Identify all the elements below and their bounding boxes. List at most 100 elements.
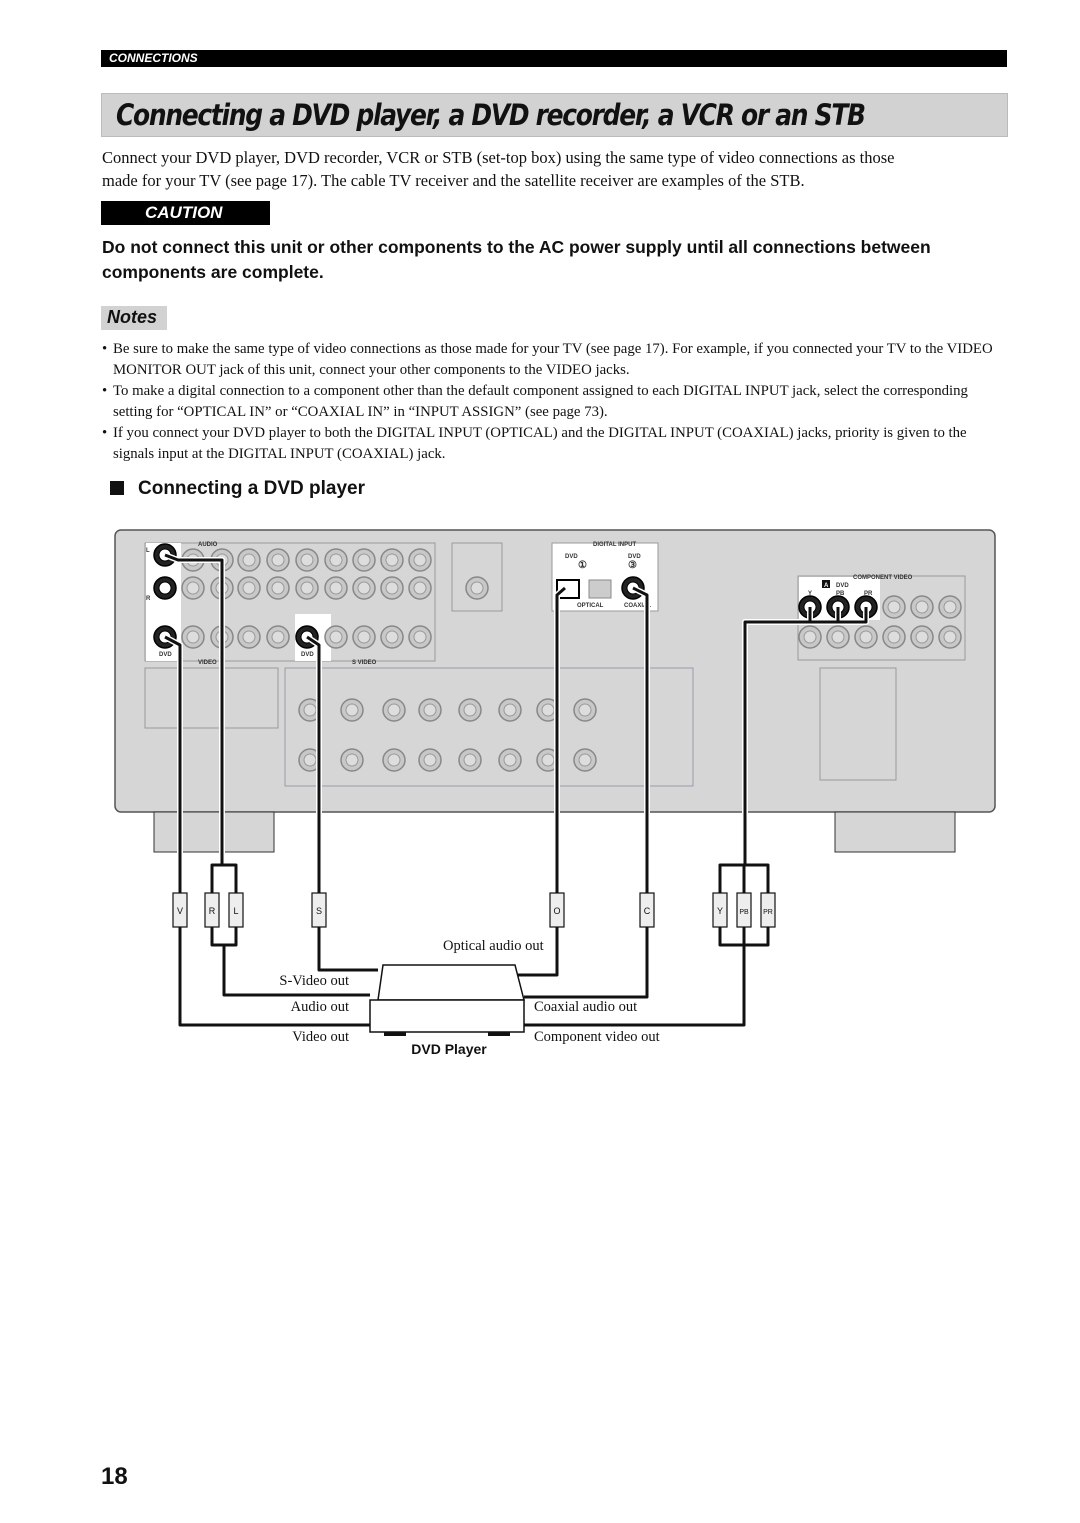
intro-line: Connect your DVD player, DVD recorder, V…: [102, 148, 895, 167]
receiver-foot-left: [153, 811, 275, 853]
rca-jack-center: [413, 630, 427, 644]
label-input-3: ③: [628, 560, 637, 571]
rca-jack-center: [303, 753, 317, 767]
section-heading-text: Connecting a DVD player: [138, 478, 365, 499]
rca-jack-center: [271, 581, 285, 595]
rca-jack-center: [423, 703, 437, 717]
rca-jack-center: [300, 553, 314, 567]
rca-jack-center: [915, 600, 929, 614]
page-number: 18: [101, 1463, 128, 1490]
label-svideo: S VIDEO: [352, 660, 377, 666]
rca-jack-center: [385, 581, 399, 595]
rca-jack-center: [357, 581, 371, 595]
section-label: CONNECTIONS: [109, 51, 198, 65]
label-svideo-out: S-Video out: [279, 973, 349, 989]
rca-jack-center: [463, 753, 477, 767]
rca-jack-center: [887, 630, 901, 644]
rca-jack-center: [345, 753, 359, 767]
rca-jack-center: [541, 703, 555, 717]
rca-jack-center: [859, 630, 873, 644]
rca-jack-center: [385, 630, 399, 644]
rca-jack-center: [242, 581, 256, 595]
dvd-player-top: [377, 964, 525, 1001]
label-a: A: [824, 583, 829, 589]
rca-jack-center: [345, 703, 359, 717]
label-r: R: [146, 596, 151, 602]
rca-jack-center: [413, 581, 427, 595]
dvd-player-label: DVD Player: [411, 1041, 487, 1057]
plug-label: C: [644, 906, 651, 916]
label-component-video: COMPONENT VIDEO: [853, 575, 913, 581]
label-audio-out: Audio out: [291, 999, 349, 1015]
label-l: L: [146, 548, 150, 554]
rca-jack-center: [463, 703, 477, 717]
rca-jack-center: [271, 630, 285, 644]
label-digital-input: DIGITAL INPUT: [593, 542, 636, 548]
manual-page: CONNECTIONS Connecting a DVD player, a D…: [0, 0, 1080, 1523]
dvd-player-foot: [384, 1032, 406, 1036]
label-coaxial-audio-out: Coaxial audio out: [534, 999, 637, 1015]
label-dvd-svideo: DVD: [301, 652, 314, 658]
page-title: Connecting a DVD player, a DVD recorder,…: [116, 98, 866, 132]
rca-jack-center: [329, 553, 343, 567]
note-item: To make a digital connection to a compon…: [102, 381, 1010, 423]
rca-jack-center: [158, 581, 172, 595]
label-optical-audio-out: Optical audio out: [443, 938, 544, 954]
rca-jack-center: [186, 630, 200, 644]
square-bullet-icon: [110, 481, 124, 495]
connection-diagram: AUDIO L R DVD VIDEO DVD S VIDEO DIGITAL …: [114, 529, 996, 1057]
notes-label: Notes: [107, 307, 158, 327]
caution-text: Do not connect this unit or other compon…: [102, 237, 931, 282]
rca-jack-center: [387, 703, 401, 717]
rca-jack-center: [578, 703, 592, 717]
plug-label: R: [209, 906, 216, 916]
rca-jack-center: [186, 581, 200, 595]
rca-jack-center: [915, 630, 929, 644]
label-video: VIDEO: [198, 660, 217, 666]
notes-badge: Notes: [101, 306, 167, 330]
caution-label: CAUTION: [145, 203, 223, 222]
plug-label: Y: [717, 906, 723, 916]
rca-jack-center: [329, 630, 343, 644]
page-title-box: Connecting a DVD player, a DVD recorder,…: [101, 93, 1008, 137]
dvd-player-foot: [488, 1032, 510, 1036]
rca-jack-center: [541, 753, 555, 767]
label-input-1: ①: [578, 560, 587, 571]
label-dvd-video: DVD: [159, 652, 172, 658]
rca-jack-center: [943, 600, 957, 614]
rca-jack-center: [242, 630, 256, 644]
intro-line: made for your TV (see page 17). The cabl…: [102, 171, 805, 190]
plug-label: V: [177, 906, 183, 916]
dvd-player-body: [369, 999, 525, 1033]
rca-jack-center: [303, 703, 317, 717]
rca-jack-center: [943, 630, 957, 644]
plug-label: O: [553, 906, 560, 916]
label-video-out: Video out: [292, 1029, 349, 1045]
rca-jack-center: [831, 630, 845, 644]
plug-label: PB: [739, 909, 749, 916]
rca-jack-center: [887, 600, 901, 614]
plug-label: L: [233, 906, 238, 916]
label-pr: PR: [864, 591, 873, 597]
label-component-video-out: Component video out: [534, 1029, 660, 1045]
rca-jack-center: [503, 703, 517, 717]
note-item: If you connect your DVD player to both t…: [102, 423, 1010, 465]
receiver-foot-right: [834, 811, 956, 853]
plug-label: PR: [763, 909, 773, 916]
rca-jack-center: [387, 753, 401, 767]
rca-jack-center: [357, 553, 371, 567]
label-pb: PB: [836, 591, 845, 597]
note-item: Be sure to make the same type of video c…: [102, 339, 1010, 381]
caution-badge: CAUTION: [101, 201, 270, 225]
rca-jack-center: [329, 581, 343, 595]
rca-jack-center: [242, 553, 256, 567]
rca-jack-center: [385, 553, 399, 567]
optical-jack-2: [588, 579, 612, 599]
section-heading: Connecting a DVD player: [110, 478, 365, 500]
rca-jack-center: [578, 753, 592, 767]
rca-jack-center: [503, 753, 517, 767]
label-dvd-component: DVD: [836, 583, 849, 589]
notes-list: Be sure to make the same type of video c…: [102, 339, 1010, 465]
rca-jack-center: [470, 581, 484, 595]
label-audio: AUDIO: [198, 542, 218, 548]
